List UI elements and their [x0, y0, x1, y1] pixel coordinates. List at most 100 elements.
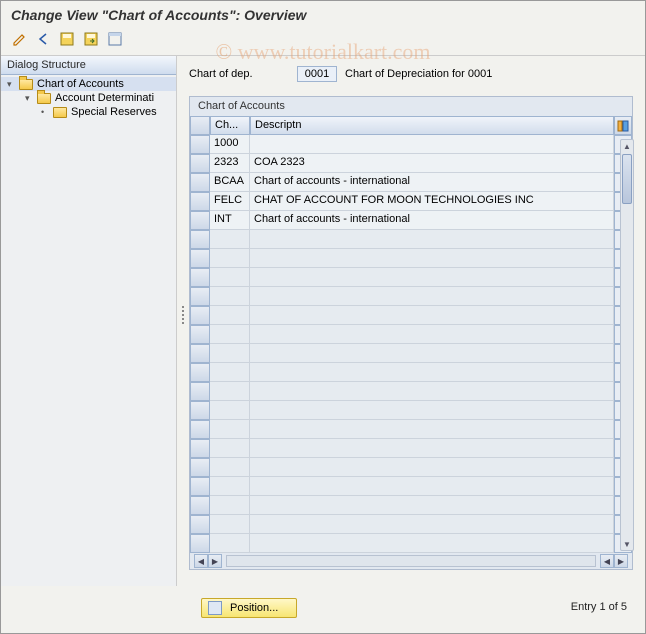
table-row-empty[interactable] — [190, 363, 632, 382]
cell-desc[interactable] — [250, 325, 614, 344]
cell-desc[interactable]: CHAT OF ACCOUNT FOR MOON TECHNOLOGIES IN… — [250, 192, 614, 211]
row-selector-header[interactable] — [190, 116, 210, 135]
cell-desc[interactable] — [250, 306, 614, 325]
row-selector[interactable] — [190, 458, 210, 477]
row-selector[interactable] — [190, 211, 210, 230]
cell-desc[interactable] — [250, 287, 614, 306]
cell-code[interactable] — [210, 344, 250, 363]
cell-desc[interactable] — [250, 363, 614, 382]
row-selector[interactable] — [190, 306, 210, 325]
cell-code[interactable] — [210, 401, 250, 420]
cell-code[interactable]: INT — [210, 211, 250, 230]
cell-code[interactable] — [210, 534, 250, 553]
table-row[interactable]: 1000 — [190, 135, 632, 154]
row-selector[interactable] — [190, 420, 210, 439]
row-selector[interactable] — [190, 325, 210, 344]
save-next-icon[interactable] — [81, 29, 101, 49]
cell-desc[interactable] — [250, 458, 614, 477]
cell-code[interactable]: 1000 — [210, 135, 250, 154]
scroll-thumb[interactable] — [622, 154, 632, 204]
table-row[interactable]: 2323COA 2323 — [190, 154, 632, 173]
row-selector[interactable] — [190, 363, 210, 382]
table-row-empty[interactable] — [190, 401, 632, 420]
table-row-empty[interactable] — [190, 268, 632, 287]
table-row-empty[interactable] — [190, 287, 632, 306]
cell-code[interactable] — [210, 230, 250, 249]
table-row-empty[interactable] — [190, 230, 632, 249]
table-row-empty[interactable] — [190, 306, 632, 325]
cell-desc[interactable]: Chart of accounts - international — [250, 211, 614, 230]
horizontal-scrollbar[interactable]: ◀ ▶ ◀ ▶ — [190, 553, 632, 569]
scroll-left-icon[interactable]: ◀ — [194, 554, 208, 568]
cell-desc[interactable] — [250, 249, 614, 268]
scroll-up-icon[interactable]: ▲ — [621, 140, 633, 152]
row-selector[interactable] — [190, 534, 210, 553]
cell-code[interactable]: BCAA — [210, 173, 250, 192]
edit-icon[interactable] — [9, 29, 29, 49]
column-header-code[interactable]: Ch... — [210, 116, 250, 135]
row-selector[interactable] — [190, 496, 210, 515]
expand-icon[interactable] — [105, 29, 125, 49]
table-row-empty[interactable] — [190, 344, 632, 363]
scroll-left-icon[interactable]: ◀ — [600, 554, 614, 568]
row-selector[interactable] — [190, 477, 210, 496]
cell-desc[interactable] — [250, 496, 614, 515]
row-selector[interactable] — [190, 192, 210, 211]
table-row-empty[interactable] — [190, 382, 632, 401]
cell-desc[interactable] — [250, 534, 614, 553]
table-row-empty[interactable] — [190, 420, 632, 439]
row-selector[interactable] — [190, 382, 210, 401]
scroll-track[interactable] — [226, 555, 596, 567]
row-selector[interactable] — [190, 515, 210, 534]
cell-code[interactable] — [210, 477, 250, 496]
scroll-right-icon[interactable]: ▶ — [614, 554, 628, 568]
cell-desc[interactable] — [250, 420, 614, 439]
table-row-empty[interactable] — [190, 249, 632, 268]
cell-desc[interactable] — [250, 268, 614, 287]
row-selector[interactable] — [190, 287, 210, 306]
cell-code[interactable] — [210, 439, 250, 458]
table-row-empty[interactable] — [190, 515, 632, 534]
table-row-empty[interactable] — [190, 496, 632, 515]
cell-code[interactable] — [210, 382, 250, 401]
table-row-empty[interactable] — [190, 439, 632, 458]
row-selector[interactable] — [190, 401, 210, 420]
cell-desc[interactable]: Chart of accounts - international — [250, 173, 614, 192]
tree-toggle-icon[interactable]: ▾ — [25, 93, 35, 104]
table-row-empty[interactable] — [190, 534, 632, 553]
vertical-scrollbar[interactable]: ▲ ▼ — [620, 139, 634, 551]
table-row-empty[interactable] — [190, 325, 632, 344]
table-row[interactable]: FELCCHAT OF ACCOUNT FOR MOON TECHNOLOGIE… — [190, 192, 632, 211]
cell-code[interactable]: 2323 — [210, 154, 250, 173]
cell-desc[interactable] — [250, 382, 614, 401]
row-selector[interactable] — [190, 249, 210, 268]
table-row-empty[interactable] — [190, 458, 632, 477]
cell-code[interactable] — [210, 306, 250, 325]
cell-code[interactable] — [210, 249, 250, 268]
cell-desc[interactable] — [250, 515, 614, 534]
row-selector[interactable] — [190, 173, 210, 192]
cell-code[interactable] — [210, 268, 250, 287]
cell-desc[interactable] — [250, 401, 614, 420]
row-selector[interactable] — [190, 439, 210, 458]
position-button[interactable]: Position... — [201, 598, 297, 618]
scroll-right-icon[interactable]: ▶ — [208, 554, 222, 568]
cell-code[interactable] — [210, 363, 250, 382]
cell-code[interactable] — [210, 325, 250, 344]
cell-code[interactable] — [210, 420, 250, 439]
table-row[interactable]: INTChart of accounts - international — [190, 211, 632, 230]
table-row[interactable]: BCAAChart of accounts - international — [190, 173, 632, 192]
chart-of-dep-value[interactable]: 0001 — [297, 66, 337, 82]
cell-desc[interactable] — [250, 344, 614, 363]
tree-item-account-determination[interactable]: ▾ Account Determinati — [1, 91, 176, 105]
cell-code[interactable] — [210, 287, 250, 306]
tree-item-chart-of-accounts[interactable]: ▾ Chart of Accounts — [1, 77, 176, 91]
cell-code[interactable] — [210, 515, 250, 534]
cell-code[interactable]: FELC — [210, 192, 250, 211]
cell-desc[interactable] — [250, 477, 614, 496]
tree-item-special-reserves[interactable]: • Special Reserves — [1, 105, 176, 119]
save-icon[interactable] — [57, 29, 77, 49]
cell-desc[interactable]: COA 2323 — [250, 154, 614, 173]
tree-toggle-icon[interactable]: ▾ — [7, 79, 17, 90]
column-config-icon[interactable] — [614, 116, 632, 135]
